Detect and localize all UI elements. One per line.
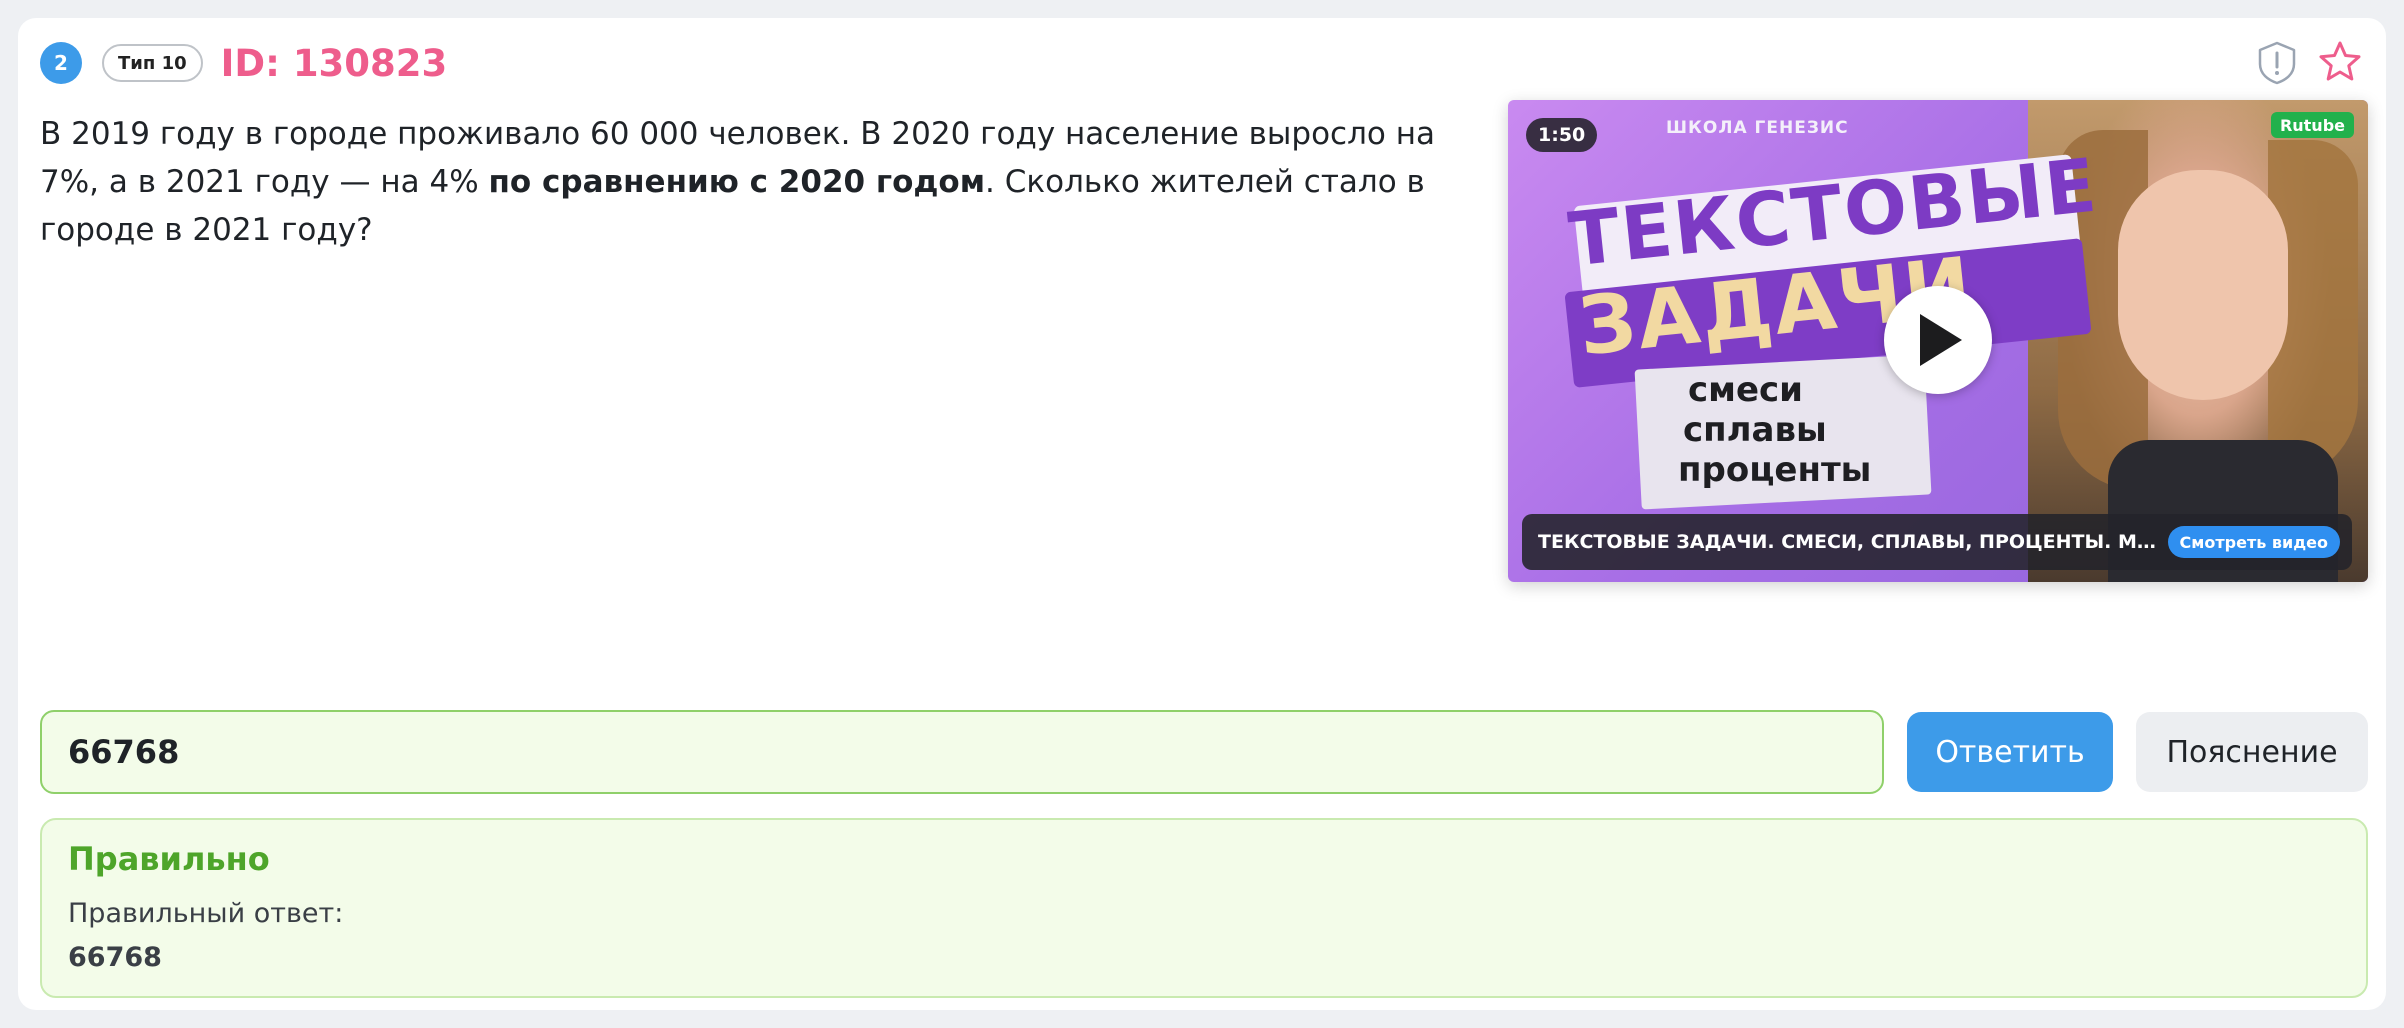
video-title[interactable]: ТЕКСТОВЫЕ ЗАДАЧИ. СМЕСИ, СПЛАВЫ, ПРОЦЕНТ… — [1538, 531, 2158, 553]
thumb-item: проценты — [1678, 450, 1872, 490]
problem-text: В 2019 году в городе проживало 60 000 че… — [40, 110, 1460, 254]
report-icon[interactable] — [2254, 40, 2300, 86]
video-duration: 1:50 — [1526, 118, 1598, 152]
star-icon[interactable] — [2316, 38, 2364, 86]
play-icon — [1920, 314, 1962, 366]
thumb-item: сплавы — [1683, 410, 1827, 450]
thumb-item: смеси — [1688, 370, 1803, 410]
thumb-school-name: ШКОЛА ГЕНЕЗИС — [1666, 118, 1849, 138]
task-header: 2 Тип 10 ID: 130823 — [40, 40, 447, 86]
rutube-badge: Rutube — [2270, 112, 2354, 138]
problem-text-bold: по сравнению с 2020 годом — [488, 164, 986, 200]
watch-video-button[interactable]: Смотреть видео — [2167, 526, 2340, 558]
result-status: Правильно — [68, 840, 270, 878]
video-thumbnail[interactable]: ТЕКСТОВЫЕ ЗАДАЧИ смеси сплавы проценты Ш… — [1508, 100, 2368, 582]
answer-input[interactable] — [40, 710, 1884, 794]
result-panel: Правильно Правильный ответ: 66768 — [40, 818, 2368, 998]
correct-answer-label: Правильный ответ: — [68, 898, 344, 929]
task-type-badge[interactable]: Тип 10 — [102, 44, 203, 82]
play-button[interactable] — [1884, 286, 1992, 394]
task-card: 2 Тип 10 ID: 130823 В 2019 году в городе… — [18, 18, 2386, 1010]
task-number-badge: 2 — [40, 42, 82, 84]
explanation-button[interactable]: Пояснение — [2136, 712, 2368, 792]
submit-answer-button[interactable]: Ответить — [1907, 712, 2113, 792]
video-info-bar: ТЕКСТОВЫЕ ЗАДАЧИ. СМЕСИ, СПЛАВЫ, ПРОЦЕНТ… — [1522, 514, 2352, 570]
task-id: ID: 130823 — [220, 41, 448, 85]
correct-answer-value: 66768 — [68, 942, 162, 973]
